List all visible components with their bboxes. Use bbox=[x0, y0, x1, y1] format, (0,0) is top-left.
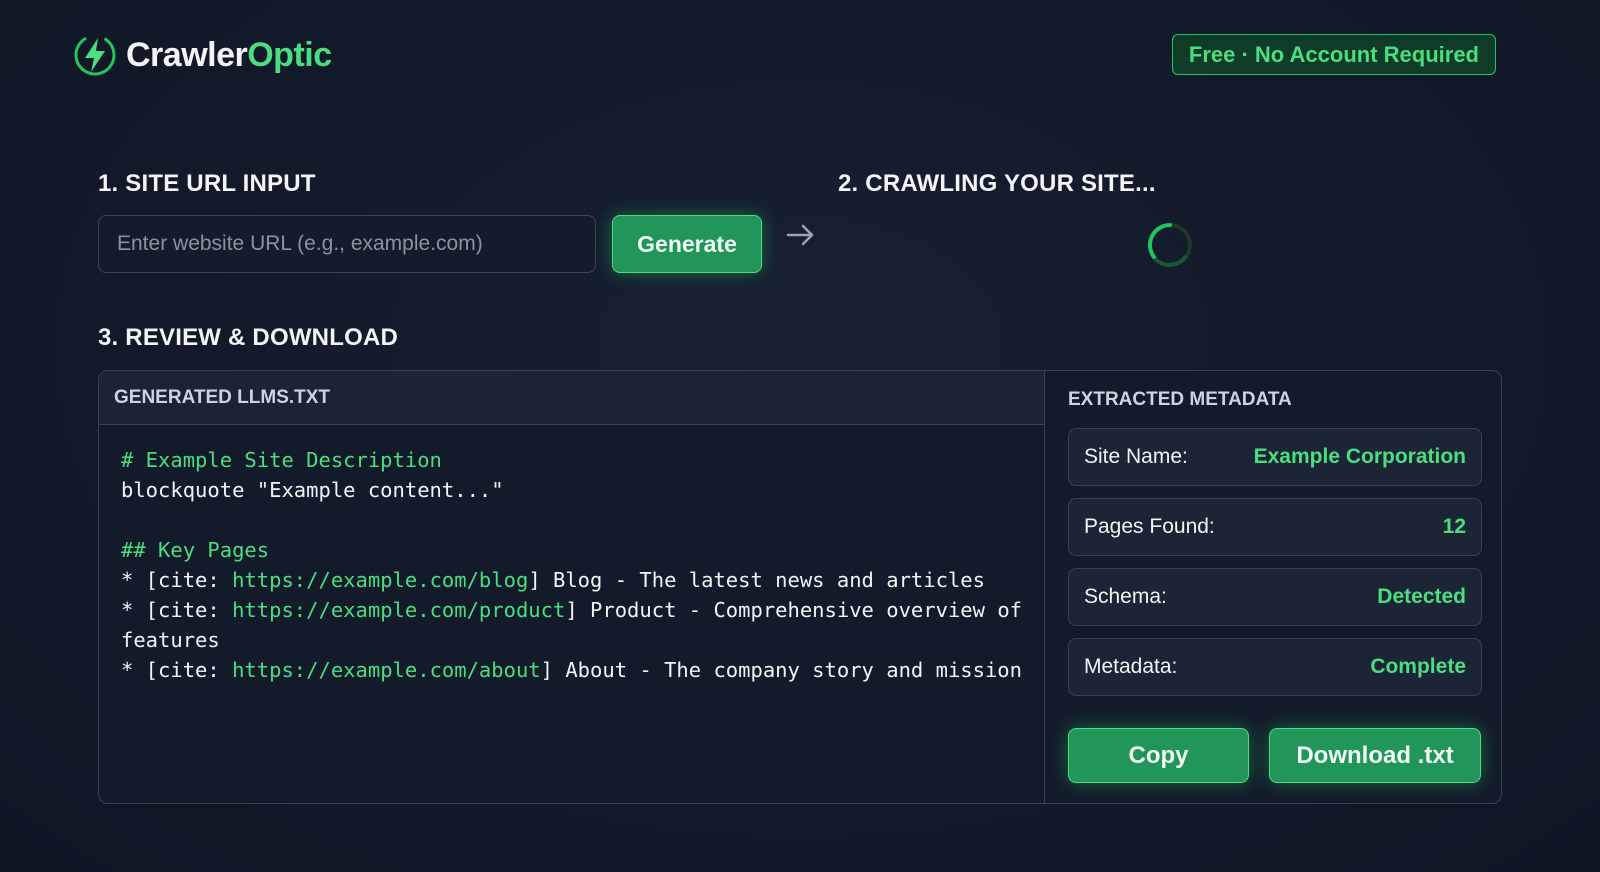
code-line: * [cite: https://example.com/product] Pr… bbox=[121, 595, 1022, 655]
meta-label: Pages Found: bbox=[1084, 515, 1215, 538]
meta-label: Schema: bbox=[1084, 585, 1167, 608]
brand-name: CrawlerOptic bbox=[126, 36, 332, 75]
logo[interactable]: CrawlerOptic bbox=[72, 32, 332, 78]
code-text: ] About - The company story and mission bbox=[540, 658, 1022, 682]
meta-label: Site Name: bbox=[1084, 445, 1188, 468]
meta-row-pages-found: Pages Found: 12 bbox=[1068, 498, 1482, 556]
code-line: * [cite: https://example.com/blog] Blog … bbox=[121, 565, 1022, 595]
code-line: blockquote "Example content..." bbox=[121, 475, 1022, 505]
step3-title: 3. REVIEW & DOWNLOAD bbox=[98, 324, 399, 351]
code-text: * [cite: bbox=[121, 568, 233, 592]
code-comment: ## Key Pages bbox=[121, 538, 270, 562]
output-header: GENERATED LLMS.TXT bbox=[99, 371, 1044, 425]
header: CrawlerOptic Free · No Account Required bbox=[72, 30, 1496, 80]
meta-row-metadata: Metadata: Complete bbox=[1068, 638, 1482, 696]
code-line: # Example Site Description bbox=[121, 445, 1022, 475]
generate-button[interactable]: Generate bbox=[612, 215, 762, 273]
download-button[interactable]: Download .txt bbox=[1269, 728, 1481, 783]
metadata-header: EXTRACTED METADATA bbox=[1068, 389, 1292, 410]
meta-value: 12 bbox=[1442, 515, 1466, 538]
step1-title: 1. SITE URL INPUT bbox=[98, 170, 316, 197]
copy-button[interactable]: Copy bbox=[1068, 728, 1249, 783]
code-comment: # Example Site Description bbox=[121, 448, 442, 472]
brand-name-part1: Crawler bbox=[126, 35, 248, 74]
metadata-pane: EXTRACTED METADATA Site Name: Example Co… bbox=[1046, 371, 1501, 803]
meta-value: Example Corporation bbox=[1253, 445, 1466, 468]
lightning-bolt-icon bbox=[74, 34, 116, 76]
meta-value: Detected bbox=[1377, 585, 1466, 608]
code-text: blockquote "Example content..." bbox=[121, 478, 504, 502]
brand-name-part2: Optic bbox=[247, 35, 332, 74]
code-link[interactable]: https://example.com/blog bbox=[232, 568, 528, 592]
free-badge: Free · No Account Required bbox=[1171, 34, 1496, 75]
loading-spinner-icon bbox=[1148, 223, 1192, 267]
code-line: * [cite: https://example.com/about] Abou… bbox=[121, 655, 1022, 685]
code-line: ## Key Pages bbox=[121, 535, 1022, 565]
review-panel: GENERATED LLMS.TXT # Example Site Descri… bbox=[98, 370, 1502, 804]
meta-value: Complete bbox=[1370, 655, 1466, 678]
llms-code-block[interactable]: # Example Site Description blockquote "Ex… bbox=[99, 425, 1044, 705]
url-input[interactable] bbox=[98, 215, 596, 273]
code-link[interactable]: https://example.com/about bbox=[232, 658, 541, 682]
meta-label: Metadata: bbox=[1084, 655, 1178, 678]
code-text: * [cite: bbox=[121, 658, 233, 682]
meta-row-schema: Schema: Detected bbox=[1068, 568, 1482, 626]
code-text: ] Blog - The latest news and articles bbox=[528, 568, 985, 592]
meta-row-site-name: Site Name: Example Corporation bbox=[1068, 428, 1482, 486]
code-link[interactable]: https://example.com/product bbox=[232, 598, 565, 622]
step2-title: 2. CRAWLING YOUR SITE... bbox=[838, 170, 1156, 197]
code-text: * [cite: bbox=[121, 598, 233, 622]
llms-output-pane: GENERATED LLMS.TXT # Example Site Descri… bbox=[99, 371, 1045, 803]
arrow-right-icon bbox=[786, 224, 814, 246]
